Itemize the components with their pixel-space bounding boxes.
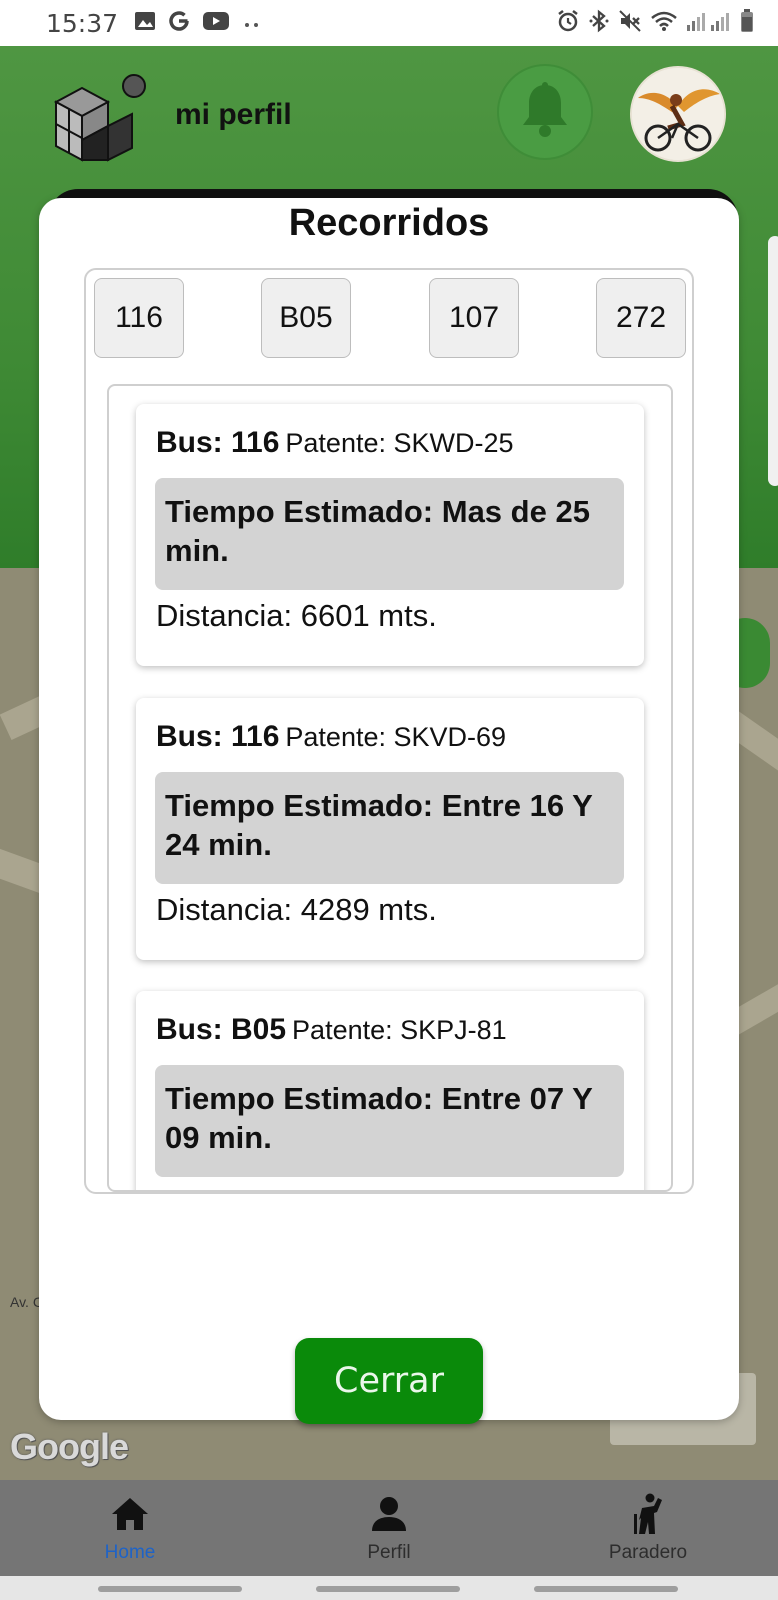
bluetooth-icon — [588, 9, 610, 37]
nav-label-paradero: Paradero — [608, 1542, 688, 1563]
eta-box: Tiempo Estimado: Entre 16 Y 24 min. — [155, 772, 624, 884]
youtube-icon — [202, 11, 230, 35]
bus-patente: Patente: SKVD-69 — [285, 722, 507, 752]
bus-list[interactable]: Bus: 116 Patente: SKWD-25 Tiempo Estimado… — [107, 384, 673, 1192]
mute-icon — [618, 9, 642, 37]
route-chip[interactable]: 116 — [94, 278, 184, 358]
image-icon — [134, 11, 156, 35]
close-button[interactable]: Cerrar — [295, 1338, 483, 1424]
system-gesture-bar — [0, 1576, 778, 1600]
bus-number: Bus: 116 — [156, 720, 280, 753]
status-bar: 15:37 — [0, 0, 778, 46]
gesture-pill — [98, 1586, 242, 1592]
status-icons-right — [556, 9, 754, 37]
modal-title: Recorridos — [288, 202, 490, 244]
nav-item-home[interactable]: Home — [30, 1480, 230, 1576]
signal-icon — [686, 10, 732, 36]
side-drawer-handle[interactable] — [768, 236, 778, 486]
bus-patente: Patente: SKPJ-81 — [292, 1015, 507, 1045]
bus-card[interactable]: Bus: 116 Patente: SKWD-25 Tiempo Estimado… — [136, 404, 644, 666]
status-time: 15:37 — [46, 8, 119, 38]
bus-distance: Distancia: 6601 mts. — [156, 598, 437, 633]
bus-number: Bus: B05 — [156, 1013, 287, 1046]
bus-card[interactable]: Bus: B05 Patente: SKPJ-81 Tiempo Estimado… — [136, 991, 644, 1190]
map-street-label: Av. C — [10, 1294, 43, 1310]
gesture-pill — [316, 1586, 460, 1592]
bus-patente: Patente: SKWD-25 — [285, 428, 514, 458]
wifi-icon — [650, 10, 678, 36]
bus-stop-icon — [628, 1492, 668, 1536]
bus-card[interactable]: Bus: 116 Patente: SKVD-69 Tiempo Estimado… — [136, 698, 644, 960]
bus-distance: Distancia: 4289 mts. — [156, 892, 437, 927]
google-logo: Google — [10, 1426, 129, 1467]
notifications-button[interactable] — [497, 64, 593, 160]
route-chip[interactable]: B05 — [261, 278, 351, 358]
nav-label-home: Home — [104, 1542, 156, 1563]
person-icon — [370, 1492, 408, 1536]
bus-header: Bus: B05 Patente: SKPJ-81 — [156, 1013, 507, 1047]
nav-item-paradero[interactable]: Paradero — [548, 1480, 748, 1576]
eta-box: Tiempo Estimado: Entre 07 Y 09 min. — [155, 1065, 624, 1177]
app-logo — [52, 68, 148, 164]
route-chip[interactable]: 107 — [429, 278, 519, 358]
eta-box: Tiempo Estimado: Mas de 25 min. — [155, 478, 624, 590]
nav-label-perfil: Perfil — [367, 1542, 411, 1563]
route-chip[interactable]: 272 — [596, 278, 686, 358]
battery-icon — [740, 9, 754, 37]
bus-header: Bus: 116 Patente: SKWD-25 — [156, 426, 514, 460]
nav-item-perfil[interactable]: Perfil — [289, 1480, 489, 1576]
recorridos-modal: Recorridos 116 B05 107 272 Bus: 116 Paten… — [39, 198, 739, 1424]
bottom-navigation: Home Perfil Paradero — [0, 1480, 778, 1576]
home-icon — [110, 1492, 150, 1536]
bell-icon — [518, 81, 572, 144]
gesture-pill — [534, 1586, 678, 1592]
bus-header: Bus: 116 Patente: SKVD-69 — [156, 720, 506, 754]
alarm-icon — [556, 9, 580, 37]
routes-panel: 116 B05 107 272 Bus: 116 Patente: SKWD-25… — [84, 268, 694, 1194]
bus-number: Bus: 116 — [156, 426, 280, 459]
more-dots-icon — [242, 14, 262, 33]
google-icon — [168, 10, 190, 36]
header-title: mi perfil — [175, 98, 292, 131]
profile-avatar[interactable] — [630, 66, 726, 162]
